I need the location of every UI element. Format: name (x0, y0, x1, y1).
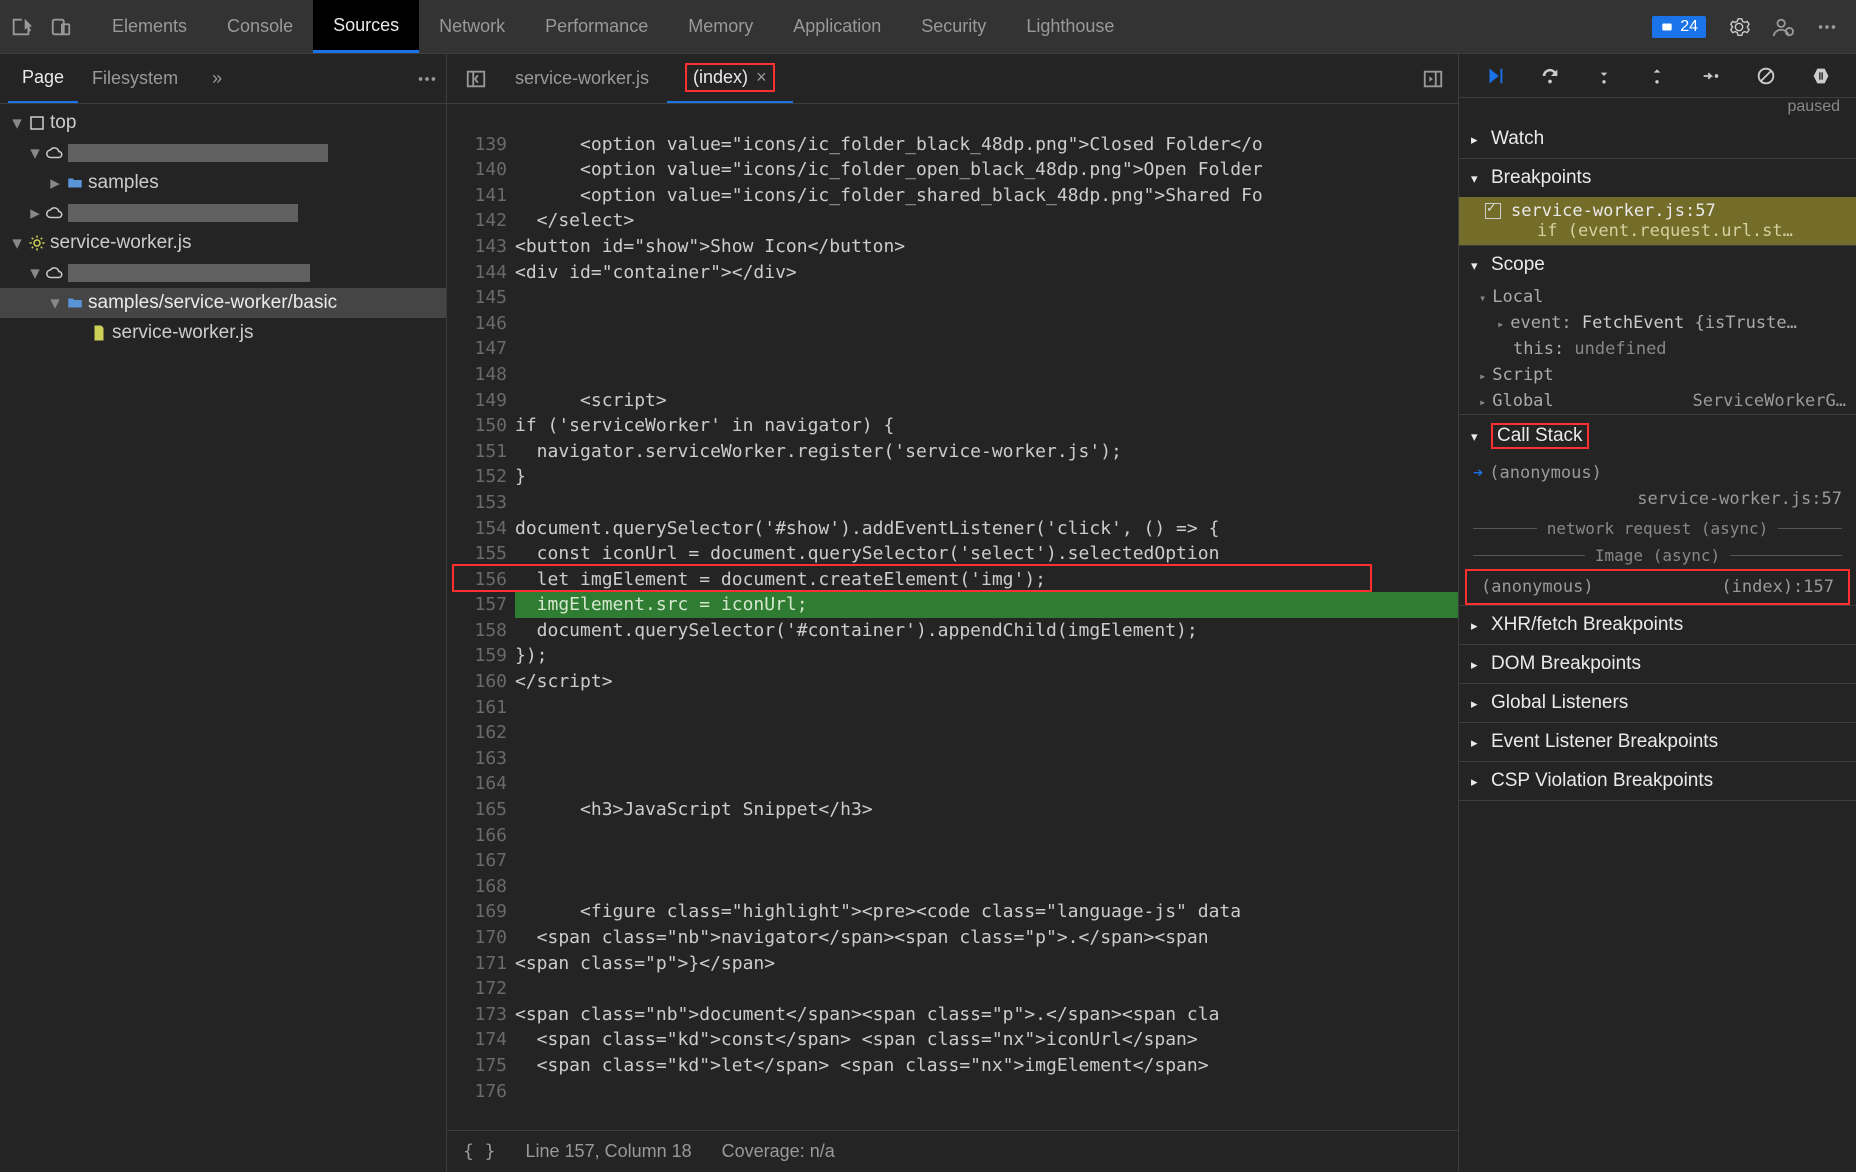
callstack-section[interactable]: Call Stack (1459, 415, 1856, 457)
pause-exceptions-icon[interactable] (1810, 65, 1832, 87)
dom-bp-section[interactable]: DOM Breakpoints (1459, 645, 1856, 683)
xhr-bp-section[interactable]: XHR/fetch Breakpoints (1459, 606, 1856, 644)
tab-application[interactable]: Application (773, 0, 901, 53)
scope-script[interactable]: Script (1459, 362, 1856, 388)
file-tree: ▾top ▾ ▸samples ▸ ▾service-worker.js ▾ ▾… (0, 104, 446, 1172)
redacted-origin-3 (68, 264, 310, 282)
callstack-async-img: Image (async) (1459, 542, 1856, 569)
tab-elements[interactable]: Elements (92, 0, 207, 53)
paused-status: paused (1459, 98, 1856, 120)
statusbar: { } Line 157, Column 18 Coverage: n/a (447, 1130, 1458, 1172)
toggle-debugger-icon[interactable] (1408, 68, 1458, 90)
tab-lighthouse[interactable]: Lighthouse (1006, 0, 1134, 53)
code-body[interactable]: <option value="icons/ic_folder_black_48d… (515, 104, 1458, 1130)
callstack-loc-1: service-worker.js:57 (1459, 489, 1856, 515)
tree-sw-file[interactable]: service-worker.js (0, 318, 446, 348)
tree-sw-frame[interactable]: ▾ (0, 258, 446, 288)
file-tab-index[interactable]: (index) × (667, 54, 793, 103)
debugger-controls (1459, 54, 1856, 98)
breakpoint-checkbox[interactable] (1485, 203, 1501, 219)
gutter: 138 139 140 141 142 143 144 145 146 147 … (447, 104, 515, 1130)
step-icon[interactable] (1700, 65, 1722, 87)
file-tab-sw[interactable]: service-worker.js (497, 54, 667, 103)
toolbar-right: 24 (1652, 16, 1856, 38)
tree-samples-label: samples (88, 172, 159, 194)
step-into-icon[interactable] (1594, 65, 1614, 87)
prettyprint-icon[interactable]: { } (463, 1141, 496, 1162)
breakpoint-code: if (event.request.url.st… (1485, 221, 1846, 241)
tab-performance[interactable]: Performance (525, 0, 668, 53)
step-out-icon[interactable] (1647, 65, 1667, 87)
coverage-info: Coverage: n/a (722, 1141, 835, 1162)
tree-file-label: service-worker.js (112, 322, 253, 344)
inspect-tools (0, 16, 92, 38)
tree-path-label: samples/service-worker/basic (88, 292, 337, 314)
settings-gear-icon[interactable] (1728, 16, 1750, 38)
deactivate-bp-icon[interactable] (1755, 65, 1777, 87)
close-tab-icon[interactable]: × (756, 67, 767, 87)
file-tabs: service-worker.js (index) × (447, 54, 1458, 104)
sidebar-more-icon[interactable] (416, 68, 438, 90)
sidebar-tab-filesystem[interactable]: Filesystem (78, 54, 192, 103)
sources-sidebar: Page Filesystem » ▾top ▾ ▸samples ▸ ▾ser… (0, 54, 447, 1172)
step-over-icon[interactable] (1539, 65, 1561, 87)
scope-section[interactable]: Scope (1459, 246, 1856, 284)
tree-sw-root[interactable]: ▾service-worker.js (0, 228, 446, 258)
scope-this: this: undefined (1459, 336, 1856, 362)
tree-samples[interactable]: ▸samples (0, 168, 446, 198)
execution-line: imgElement.src = iconUrl; (515, 592, 1458, 618)
redacted-origin-2 (68, 204, 298, 222)
toggle-navigator-icon[interactable] (455, 68, 497, 90)
scope-global[interactable]: GlobalServiceWorkerG… (1459, 388, 1856, 414)
tree-frame-1[interactable]: ▾ (0, 138, 446, 168)
issues-badge[interactable]: 24 (1652, 16, 1706, 38)
sidebar-tab-more[interactable]: » (198, 54, 236, 103)
scope-local[interactable]: Local (1459, 284, 1856, 310)
tree-top-label: top (50, 112, 76, 134)
event-listener-bp-section[interactable]: Event Listener Breakpoints (1459, 723, 1856, 761)
watch-section[interactable]: Watch (1459, 120, 1856, 158)
sidebar-tab-page[interactable]: Page (8, 54, 78, 103)
device-toggle-icon[interactable] (50, 16, 72, 38)
tab-console[interactable]: Console (207, 0, 313, 53)
breakpoints-section[interactable]: Breakpoints (1459, 159, 1856, 197)
tree-top[interactable]: ▾top (0, 108, 446, 138)
sidebar-tabs: Page Filesystem » (0, 54, 446, 104)
devtools-main-tabs: Elements Console Sources Network Perform… (0, 0, 1856, 54)
csp-bp-section[interactable]: CSP Violation Breakpoints (1459, 762, 1856, 800)
tree-sw-label: service-worker.js (50, 232, 191, 254)
more-menu-icon[interactable] (1816, 16, 1838, 38)
code-area[interactable]: 138 139 140 141 142 143 144 145 146 147 … (447, 104, 1458, 1130)
select-element-icon[interactable] (10, 16, 32, 38)
global-listeners-section[interactable]: Global Listeners (1459, 684, 1856, 722)
resume-icon[interactable] (1484, 65, 1506, 87)
callstack-async-net: network request (async) (1459, 515, 1856, 542)
file-tab-index-label: (index) (693, 67, 748, 87)
account-icon[interactable] (1772, 16, 1794, 38)
callstack-frame-1[interactable]: ➔(anonymous) (1459, 457, 1856, 489)
redacted-origin (68, 144, 328, 162)
tab-sources[interactable]: Sources (313, 0, 419, 53)
callstack-label: Call Stack (1491, 423, 1589, 449)
tab-security[interactable]: Security (901, 0, 1006, 53)
breakpoint-item[interactable]: service-worker.js:57 if (event.request.u… (1459, 197, 1856, 245)
breakpoint-label: service-worker.js:57 (1511, 201, 1716, 221)
editor-pane: service-worker.js (index) × 138 139 140 1… (447, 54, 1458, 1172)
cursor-position: Line 157, Column 18 (526, 1141, 692, 1162)
callstack-frame-2[interactable]: (anonymous)(index):157 (1465, 569, 1850, 605)
tree-frame-2[interactable]: ▸ (0, 198, 446, 228)
issues-count: 24 (1680, 18, 1698, 36)
tree-sw-path[interactable]: ▾samples/service-worker/basic (0, 288, 446, 318)
debugger-pane: paused Watch Breakpoints service-worker.… (1458, 54, 1856, 1172)
tab-memory[interactable]: Memory (668, 0, 773, 53)
scope-event[interactable]: event: FetchEvent {isTruste… (1459, 310, 1856, 336)
tab-network[interactable]: Network (419, 0, 525, 53)
